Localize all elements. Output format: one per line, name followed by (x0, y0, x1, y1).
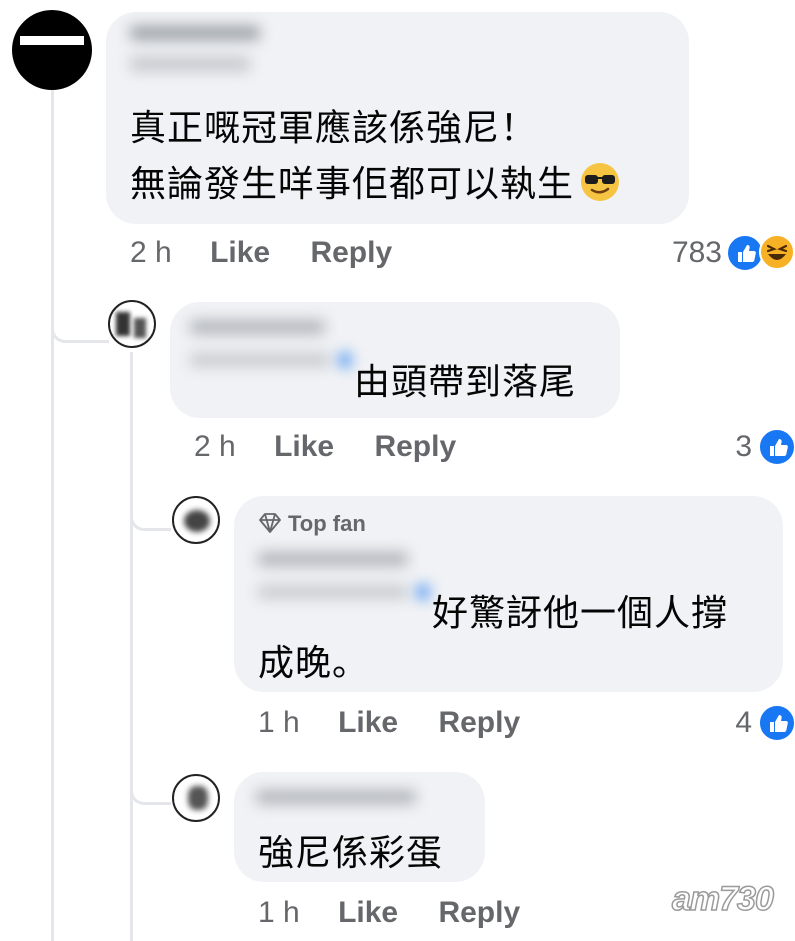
avatar[interactable] (108, 300, 156, 348)
comment-actions: 2 h Like Reply (130, 236, 392, 270)
timestamp: 1 h (258, 706, 300, 739)
reply-button[interactable]: Reply (374, 430, 456, 463)
comment-actions: 2 h Like Reply (194, 430, 456, 464)
reply-button[interactable]: Reply (438, 706, 520, 739)
like-button[interactable]: Like (274, 430, 334, 463)
reaction-count[interactable]: 783 (640, 236, 722, 270)
thread-line-reply (130, 352, 133, 941)
author-name-redacted[interactable] (256, 790, 422, 809)
reply-button[interactable]: Reply (310, 236, 392, 269)
like-button[interactable]: Like (210, 236, 270, 269)
like-icon (758, 428, 795, 466)
comment-actions: 1 h Like Reply (258, 896, 520, 930)
author-name-redacted[interactable] (258, 552, 434, 604)
watermark-logo: am730 (671, 879, 774, 919)
reaction-count[interactable]: 4 (700, 706, 752, 740)
like-button[interactable]: Like (338, 706, 398, 739)
top-fan-badge: Top fan (258, 511, 366, 540)
diamond-icon (258, 512, 282, 540)
timestamp: 1 h (258, 896, 300, 929)
author-name-redacted[interactable] (190, 320, 356, 372)
timestamp: 2 h (130, 236, 172, 269)
reply-button[interactable]: Reply (438, 896, 520, 929)
comment-text: 真正嘅冠軍應該係強尼！ (130, 107, 538, 148)
comment-actions: 1 h Like Reply (258, 706, 520, 740)
like-button[interactable]: Like (338, 896, 398, 929)
haha-icon (759, 234, 795, 270)
thread-line-main (51, 86, 54, 941)
thread-connector (130, 770, 171, 805)
like-icon (758, 704, 795, 742)
avatar[interactable] (12, 10, 92, 90)
comment-text: 成晚。 (258, 642, 370, 683)
sunglasses-emoji-icon (580, 162, 620, 202)
comment-text: 無論發生咩事佢都可以執生 (130, 157, 620, 211)
avatar[interactable] (172, 774, 220, 822)
comment-text: 好驚訝他一個人撐 (432, 592, 729, 633)
avatar[interactable] (172, 496, 220, 544)
thread-connector (130, 500, 171, 531)
author-name-redacted[interactable] (130, 26, 266, 76)
timestamp: 2 h (194, 430, 236, 463)
thread-connector (51, 300, 109, 343)
comment-text: 強尼係彩蛋 (258, 832, 444, 873)
reaction-count[interactable]: 3 (700, 430, 752, 464)
comment-text: 由頭帶到落尾 (354, 361, 577, 402)
